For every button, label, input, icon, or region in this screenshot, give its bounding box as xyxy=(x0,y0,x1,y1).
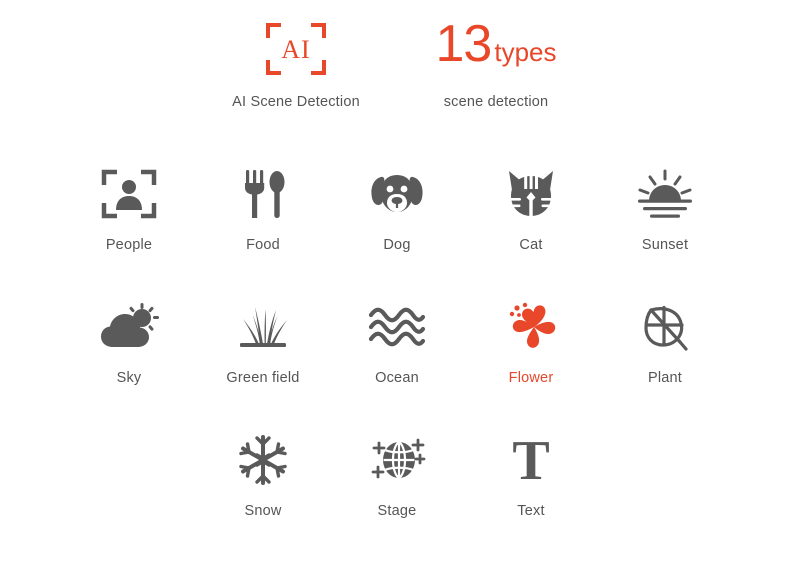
scene-item-label: Cat xyxy=(519,237,543,253)
scene-item-cat[interactable]: Cat xyxy=(464,165,598,298)
svg-text:AI: AI xyxy=(281,35,310,64)
scene-item-sky[interactable]: Sky xyxy=(62,298,196,431)
header-ai-scene-detection: AI AI Scene Detection xyxy=(196,18,396,111)
ai-scene-detection-caption: AI Scene Detection xyxy=(232,94,360,110)
scene-item-text[interactable]: T Text xyxy=(464,431,598,564)
flower-icon xyxy=(504,298,558,356)
scene-item-label: Snow xyxy=(244,503,282,519)
scene-item-label: Text xyxy=(517,503,545,519)
types-count: 13 xyxy=(435,15,493,73)
cat-face-icon xyxy=(504,165,558,223)
scene-item-stage[interactable]: Stage xyxy=(330,431,464,564)
waves-icon xyxy=(368,298,426,356)
header-scene-types: 13 types scene detection xyxy=(396,18,596,111)
scene-item-snow[interactable]: Snow xyxy=(196,431,330,564)
scene-item-food[interactable]: Food xyxy=(196,165,330,298)
scene-type-grid: People Food Dog Cat Sunset Sky Green fie… xyxy=(62,165,732,564)
leaf-icon xyxy=(640,298,690,356)
sunset-icon xyxy=(636,165,694,223)
scene-grid-row: Snow Stage T Text xyxy=(62,431,732,564)
scene-item-label: Stage xyxy=(377,503,417,519)
svg-text:T: T xyxy=(512,434,549,486)
scene-item-label: Plant xyxy=(647,370,683,386)
scene-item-flower[interactable]: Flower xyxy=(464,298,598,431)
scene-item-label: Food xyxy=(246,237,280,253)
snowflake-icon xyxy=(238,431,288,489)
scene-detection-caption: scene detection xyxy=(443,94,549,110)
scene-item-plant[interactable]: Plant xyxy=(598,298,732,431)
scene-item-ocean[interactable]: Ocean xyxy=(330,298,464,431)
scene-item-label: Green field xyxy=(226,370,300,386)
scene-item-label: Flower xyxy=(508,370,554,386)
scene-item-people[interactable]: People xyxy=(62,165,196,298)
ai-viewfinder-icon: AI xyxy=(196,18,396,80)
types-count-line: 13 types xyxy=(396,18,596,80)
scene-item-label: Dog xyxy=(383,237,411,253)
cloud-sun-icon xyxy=(99,298,159,356)
person-frame-icon xyxy=(101,165,157,223)
fork-spoon-icon xyxy=(239,165,287,223)
scene-item-label: Ocean xyxy=(375,370,419,386)
scene-item-label: People xyxy=(105,237,153,253)
scene-grid-row: Sky Green field Ocean Flower Plant xyxy=(62,298,732,431)
disco-ball-icon xyxy=(368,431,426,489)
scene-item-dog[interactable]: Dog xyxy=(330,165,464,298)
scene-grid-row: People Food Dog Cat Sunset xyxy=(62,165,732,298)
grass-icon xyxy=(234,298,292,356)
header: AI AI Scene Detection 13 types scene det… xyxy=(0,0,800,130)
scene-item-label: Sunset xyxy=(641,237,689,253)
scene-item-green-field[interactable]: Green field xyxy=(196,298,330,431)
text-t-icon: T xyxy=(507,431,555,489)
scene-item-sunset[interactable]: Sunset xyxy=(598,165,732,298)
types-unit-label: types xyxy=(494,37,557,67)
dog-face-icon xyxy=(367,165,427,223)
scene-item-label: Sky xyxy=(116,370,142,386)
